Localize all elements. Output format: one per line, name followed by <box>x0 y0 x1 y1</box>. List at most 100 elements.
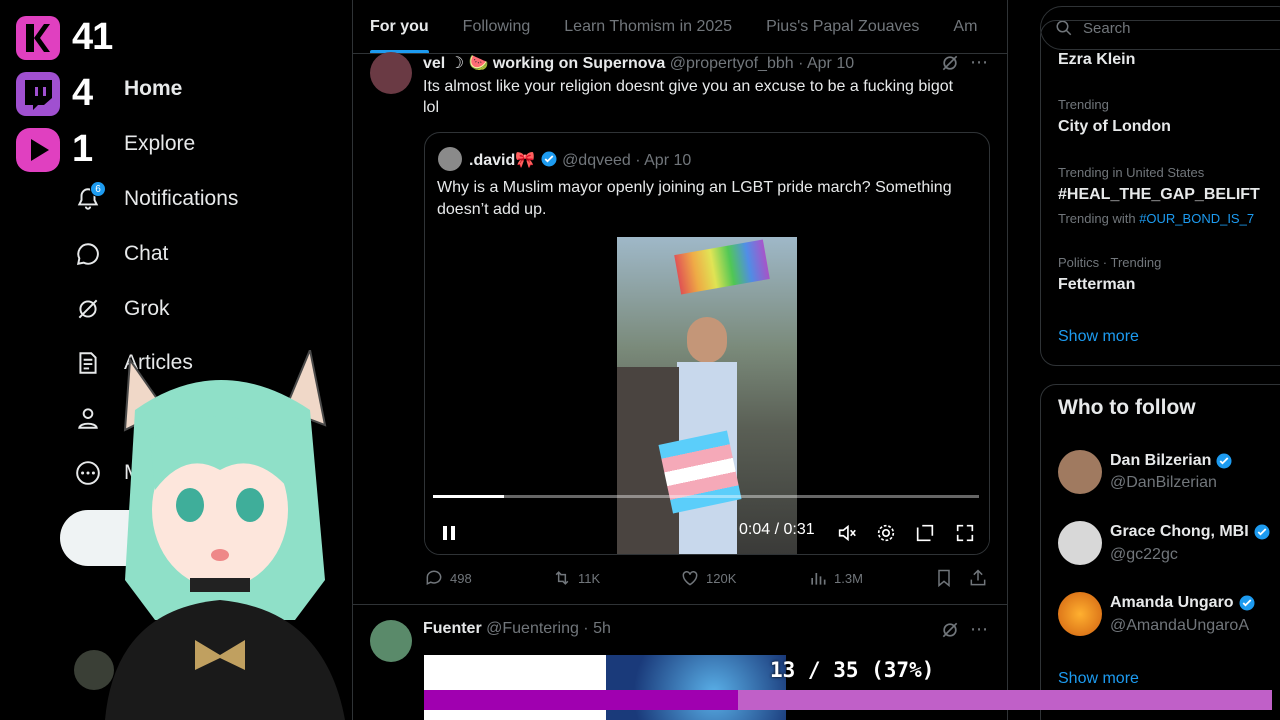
tab-papal-zouaves[interactable]: Pius's Papal Zouaves <box>749 0 936 53</box>
search-icon <box>72 128 104 160</box>
nav-explore[interactable]: Explore <box>72 122 195 166</box>
trend-title[interactable]: Ezra Klein <box>1058 51 1135 69</box>
grok-icon[interactable] <box>940 53 960 73</box>
repost-icon <box>555 571 569 585</box>
quote-author-name: .david🎀 <box>469 152 536 169</box>
verified-badge-icon <box>1254 524 1270 540</box>
follow-handle: @gc22gc <box>1110 546 1178 563</box>
tweet-header: Fuenter @Fuentering · 5h <box>423 620 611 638</box>
follow-name-text: Dan Bilzerian <box>1110 452 1212 469</box>
tweet-divider <box>353 604 1007 605</box>
more-options-icon[interactable]: ⋯ <box>970 52 989 73</box>
tab-following[interactable]: Following <box>446 0 548 53</box>
who-to-follow-title: Who to follow <box>1058 396 1196 419</box>
stream-screen: 41 4 1 Home Explore 6 Notifications Chat… <box>0 0 1280 720</box>
video-scrubber-fill <box>433 495 504 498</box>
nav-chat[interactable]: Chat <box>72 232 168 276</box>
follow-name[interactable]: Dan Bilzerian <box>1110 452 1233 470</box>
pause-icon[interactable] <box>433 517 465 549</box>
reply-icon <box>426 570 442 586</box>
views-button[interactable]: 1.3M <box>808 568 863 588</box>
tweet-author-name[interactable]: Fuenter <box>423 620 482 637</box>
follow-name[interactable]: Grace Chong, MBI <box>1110 523 1271 541</box>
bookmark-button[interactable] <box>934 568 954 588</box>
quote-text-line: doesn’t add up. <box>437 201 547 218</box>
follow-avatar[interactable] <box>1058 592 1102 636</box>
tab-am[interactable]: Am <box>936 0 994 53</box>
youtube-logo <box>16 128 60 172</box>
tweet-author-handle[interactable]: @propertyof_bbh · Apr 10 <box>670 55 854 72</box>
settings-gear-icon[interactable] <box>870 517 902 549</box>
trend-with: Trending with #OUR_BOND_IS_7 <box>1058 211 1254 226</box>
follow-avatar[interactable] <box>1058 521 1102 565</box>
reply-count: 498 <box>450 570 472 586</box>
trend-title[interactable]: #HEAL_THE_GAP_BELIFT <box>1058 186 1260 204</box>
views-chart-icon <box>811 573 826 585</box>
trend-title[interactable]: City of London <box>1058 118 1171 136</box>
follow-show-more[interactable]: Show more <box>1058 670 1139 688</box>
tweet-author-handle[interactable]: @Fuentering · 5h <box>486 620 611 637</box>
tweet-media[interactable] <box>424 655 786 720</box>
follow-handle: @DanBilzerian <box>1110 474 1217 491</box>
nav-notifications-label: Notifications <box>124 187 239 210</box>
trend-title[interactable]: Fetterman <box>1058 276 1135 294</box>
video-scrubber[interactable] <box>433 495 979 498</box>
picture-in-picture-icon[interactable] <box>909 517 941 549</box>
tweet-text-line: lol <box>423 99 440 116</box>
tweet-author-avatar[interactable] <box>370 52 412 94</box>
quote-header: .david🎀 @dqveed · Apr 10 <box>469 150 691 170</box>
kick-viewer-count: 41 <box>72 16 113 58</box>
vtuber-avatar <box>105 350 345 720</box>
home-icon <box>72 73 104 105</box>
views-count: 1.3M <box>834 570 863 586</box>
timeline-tabs: For you Following Learn Thomism in 2025 … <box>353 0 1008 54</box>
video-time: 0:04 / 0:31 <box>739 521 815 538</box>
repost-count: 11K <box>578 570 601 586</box>
more-options-icon[interactable]: ⋯ <box>970 619 988 640</box>
trend-meta: Trending <box>1058 97 1109 112</box>
grok-icon[interactable] <box>940 620 960 640</box>
bell-icon: 6 <box>72 181 106 215</box>
like-button[interactable]: 120K <box>680 568 736 588</box>
verified-badge-icon <box>1239 595 1255 611</box>
video-frame <box>617 237 797 554</box>
trend-meta: Trending in United States <box>1058 165 1205 180</box>
trend-with-tag[interactable]: #OUR_BOND_IS_7 <box>1139 211 1254 226</box>
mute-icon[interactable] <box>831 517 863 549</box>
repost-button[interactable]: 11K <box>552 568 600 588</box>
share-icon <box>970 569 986 586</box>
follow-avatar[interactable] <box>1058 450 1102 494</box>
tab-learn-thomism[interactable]: Learn Thomism in 2025 <box>547 0 749 53</box>
like-count: 120K <box>706 570 737 586</box>
nav-grok[interactable]: Grok <box>72 287 170 331</box>
nav-grok-label: Grok <box>124 297 170 320</box>
twitch-logo <box>16 72 60 116</box>
follow-handle: @AmandaUngaroA <box>1110 617 1249 634</box>
grok-icon <box>72 293 104 325</box>
reply-button[interactable]: 498 <box>424 568 472 588</box>
progress-bar <box>424 690 1272 710</box>
video-player[interactable]: 0:04 / 0:31 <box>425 237 989 554</box>
quote-text-line: Why is a Muslim mayor openly joining an … <box>437 179 952 196</box>
tweet-author-name[interactable]: vel ☽ 🍉 working on Supernova <box>423 55 665 72</box>
quote-author-handle: @dqveed · Apr 10 <box>562 152 692 169</box>
tweet-author-avatar[interactable] <box>370 620 412 662</box>
progress-bar-fill <box>424 690 738 710</box>
trend-meta: Politics · Trending <box>1058 255 1162 270</box>
progress-text: 13 / 35 (37%) <box>770 658 935 682</box>
nav-home[interactable]: Home <box>72 67 182 111</box>
verified-badge-icon <box>1216 453 1232 469</box>
trends-show-more[interactable]: Show more <box>1058 328 1139 346</box>
nav-home-label: Home <box>124 77 183 100</box>
verified-badge-icon <box>541 151 557 167</box>
tab-for-you[interactable]: For you <box>353 0 446 53</box>
nav-notifications[interactable]: 6 Notifications <box>72 177 238 221</box>
kick-logo <box>16 16 60 60</box>
heart-icon <box>682 570 698 586</box>
bookmark-icon <box>938 569 950 588</box>
fullscreen-icon[interactable] <box>949 517 981 549</box>
tweet-actions: 498 11K 120K 1.3M <box>424 568 990 592</box>
follow-name[interactable]: Amanda Ungaro <box>1110 594 1256 612</box>
quoted-tweet[interactable]: .david🎀 @dqveed · Apr 10 Why is a Muslim… <box>424 132 990 555</box>
share-button[interactable] <box>968 568 988 588</box>
